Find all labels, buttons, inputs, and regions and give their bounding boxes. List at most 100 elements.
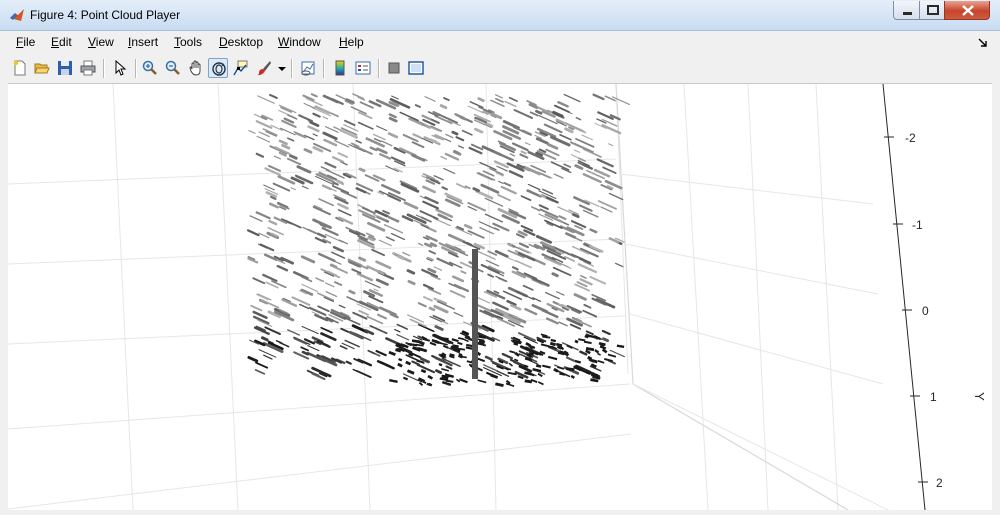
menu-tools[interactable]: Tools [174, 35, 202, 49]
brush-button[interactable] [254, 58, 274, 78]
point-cluster [574, 339, 579, 344]
point-cluster [573, 293, 587, 301]
point-cluster [472, 187, 480, 193]
grid-line [217, 83, 239, 511]
point-cluster [340, 327, 350, 333]
menu-file[interactable]: File [16, 35, 35, 49]
legend-button[interactable] [353, 58, 373, 78]
point-cluster [443, 167, 456, 175]
figure-toolbar [8, 55, 992, 84]
link-plot-button[interactable] [298, 58, 318, 78]
point-cluster [461, 330, 470, 336]
y-tick-label: 0 [922, 304, 929, 318]
point-cluster [298, 114, 313, 123]
maximize-button[interactable] [919, 1, 945, 20]
y-axis [882, 83, 928, 511]
point-cluster [433, 266, 443, 271]
menu-help[interactable]: Help [339, 35, 364, 49]
new-figure-button[interactable] [10, 58, 30, 78]
minimize-icon [903, 12, 912, 15]
colorbar-button[interactable] [330, 58, 350, 78]
point-cluster [376, 125, 388, 132]
point-cluster [378, 239, 392, 247]
point-cluster [255, 361, 269, 369]
select-pointer-button[interactable] [110, 58, 130, 78]
point-cluster [599, 345, 607, 350]
point-cluster [574, 164, 584, 170]
point-cluster [545, 291, 560, 300]
point-cluster [366, 221, 386, 232]
point-cluster [477, 357, 486, 363]
zoom-out-button[interactable] [163, 58, 183, 78]
menu-desktop[interactable]: Desktop [219, 35, 263, 49]
point-cluster [530, 206, 541, 212]
open-file-button[interactable] [32, 58, 52, 78]
show-plot-tools-button[interactable] [406, 58, 426, 78]
point-cluster [508, 96, 518, 102]
close-button[interactable] [944, 1, 990, 20]
point-cluster [387, 216, 400, 223]
point-cluster [324, 282, 335, 288]
grid-line [815, 83, 839, 511]
point-cluster [388, 116, 398, 123]
point-cloud-axes[interactable] [7, 83, 992, 511]
point-cluster [337, 202, 349, 210]
point-cluster [403, 201, 419, 210]
point-cluster [498, 180, 504, 184]
point-cluster [484, 197, 504, 207]
rotate-3d-button[interactable] [208, 58, 228, 78]
menu-insert[interactable]: Insert [128, 35, 158, 49]
point-cluster [295, 131, 307, 139]
point-cluster [427, 287, 442, 295]
print-button[interactable] [78, 58, 98, 78]
menu-view[interactable]: View [88, 35, 114, 49]
data-cursor-button[interactable] [230, 58, 250, 78]
print-icon [80, 60, 96, 76]
point-cluster [441, 320, 448, 325]
point-cluster [256, 135, 271, 143]
title-bar: Figure 4: Point Cloud Player [0, 0, 1000, 31]
point-cluster [258, 349, 277, 358]
pan-hand-icon [189, 60, 201, 76]
point-cluster [318, 198, 334, 207]
point-cluster [461, 129, 473, 136]
select-pointer-icon [115, 60, 127, 76]
point-cluster [444, 152, 460, 161]
menu-window[interactable]: Window [278, 35, 321, 49]
point-cluster [553, 367, 559, 373]
point-cluster [601, 348, 608, 354]
zoom-in-button[interactable] [140, 58, 160, 78]
point-cluster [338, 239, 349, 245]
point-cluster [312, 218, 332, 229]
point-cluster [358, 309, 370, 316]
point-cluster [465, 346, 473, 350]
point-cluster [445, 133, 454, 139]
hide-plot-tools-button[interactable] [384, 58, 404, 78]
menu-edit[interactable]: Edit [51, 35, 72, 49]
point-cluster [474, 127, 484, 134]
plot-area[interactable]: -2 -1 0 1 2 Y [7, 83, 992, 511]
point-cluster [307, 125, 320, 133]
brush-dropdown-button[interactable] [274, 58, 286, 78]
point-cluster [441, 186, 448, 191]
point-cluster [321, 227, 339, 236]
point-cluster [590, 378, 599, 383]
point-cluster [321, 184, 332, 191]
point-cluster [411, 339, 419, 344]
point-cluster [477, 172, 496, 181]
dock-arrow-icon[interactable] [978, 38, 988, 48]
point-cluster [535, 137, 549, 145]
point-cluster [303, 102, 316, 109]
minimize-button[interactable] [893, 1, 920, 20]
point-cluster [551, 272, 559, 278]
point-cluster [573, 149, 581, 153]
point-cluster [291, 296, 311, 307]
point-cluster [356, 272, 374, 282]
save-button[interactable] [55, 58, 75, 78]
point-cluster [582, 309, 598, 318]
point-cluster [607, 353, 617, 358]
point-cluster [485, 259, 500, 267]
point-cluster [520, 224, 534, 232]
point-cluster [524, 356, 533, 362]
pan-button[interactable] [186, 58, 206, 78]
